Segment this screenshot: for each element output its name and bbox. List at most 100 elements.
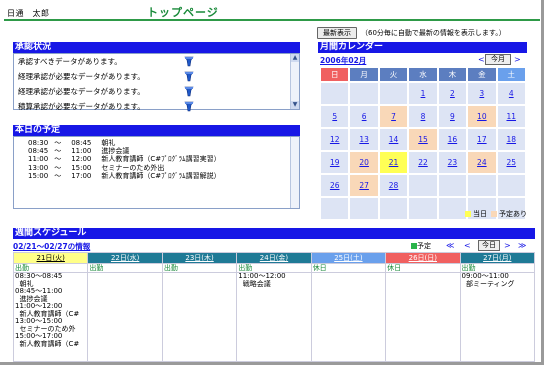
calendar-day[interactable]: 9 xyxy=(438,106,467,127)
calendar-day[interactable]: 2 xyxy=(438,83,467,104)
calendar-day[interactable]: 1 xyxy=(409,83,437,104)
calendar-day[interactable]: 19 xyxy=(321,152,349,173)
week-day-header[interactable]: 22日(水) xyxy=(87,252,163,264)
calendar-day[interactable]: 11 xyxy=(497,106,525,127)
schedule-end: 08:45 xyxy=(71,139,92,147)
approval-text: 承認すべきデータがあります。 xyxy=(18,57,122,66)
calendar-empty-cell xyxy=(321,83,349,104)
approval-pending-icon[interactable] xyxy=(184,71,194,84)
refresh-button[interactable]: 最新表示 xyxy=(317,27,357,39)
scroll-up-icon[interactable]: ▲ xyxy=(291,54,299,62)
today-schedule-row[interactable]: 13:00 ～ 15:00 セミナーのため外出 xyxy=(14,164,299,172)
planned-swatch xyxy=(491,211,497,217)
today-schedule-row[interactable]: 11:00 ～ 12:00 新人教育講師（C#ﾌﾟﾛｸﾞﾗﾑ講習実習） xyxy=(14,155,299,163)
today-scrollbar[interactable] xyxy=(290,137,299,208)
week-prev-link[interactable]: < xyxy=(464,241,471,250)
approval-pending-icon[interactable] xyxy=(184,56,194,69)
week-today-button[interactable]: 今日 xyxy=(478,240,500,251)
header-divider xyxy=(4,19,540,21)
calendar-day[interactable]: 7 xyxy=(379,106,408,127)
week-day-header[interactable]: 24日(金) xyxy=(236,252,312,264)
calendar-day[interactable]: 26 xyxy=(321,175,349,196)
calendar-day[interactable]: 6 xyxy=(350,106,378,127)
approval-row[interactable]: 経理承認が必要なデータがあります。 xyxy=(14,84,299,99)
week-day-header[interactable]: 21日(火) xyxy=(12,252,89,264)
calendar-day[interactable]: 4 xyxy=(497,83,525,104)
week-first-link[interactable]: ≪ xyxy=(446,241,454,250)
week-day-entries[interactable] xyxy=(161,272,238,362)
week-day-header[interactable]: 27日(月) xyxy=(459,252,536,264)
calendar-next-link[interactable]: > xyxy=(514,55,521,64)
attendance-kind: 出勤 xyxy=(87,263,163,273)
approval-panel: 承認すべきデータがあります。経理承認が必要なデータがあります。 経理承認が必要なデ… xyxy=(13,53,300,112)
weekday-header: 木 xyxy=(438,68,467,81)
approval-row[interactable]: 積算承認が必要なデータがあります。 xyxy=(14,99,299,114)
approval-row[interactable]: 承認すべきデータがあります。 xyxy=(14,54,299,69)
calendar-day[interactable]: 24 xyxy=(468,152,496,173)
calendar-day[interactable]: 25 xyxy=(497,152,525,173)
calendar-month-label[interactable]: 2006年02月 xyxy=(320,55,366,66)
approval-pending-icon[interactable] xyxy=(184,86,194,99)
week-range-link[interactable]: 02/21～02/27の情報 xyxy=(13,241,90,252)
calendar-day[interactable]: 21 xyxy=(379,152,408,173)
legend-planned-label: 予定あり xyxy=(499,210,527,218)
calendar-day[interactable]: 17 xyxy=(468,129,496,150)
schedule-title: 新人教育講師（C#ﾌﾟﾛｸﾞﾗﾑ講習解説） xyxy=(101,171,221,180)
calendar-day[interactable]: 28 xyxy=(379,175,408,196)
week-next-link[interactable]: > xyxy=(504,241,511,250)
attendance-kind: 出勤 xyxy=(161,263,238,273)
approval-scrollbar[interactable]: ▲ ▼ xyxy=(290,54,299,109)
calendar-day[interactable]: 5 xyxy=(321,106,349,127)
calendar-empty-cell xyxy=(468,175,496,196)
calendar-day[interactable]: 16 xyxy=(438,129,467,150)
today-schedule-row[interactable]: 08:30 ～ 08:45 朝礼 xyxy=(14,139,299,147)
calendar-day[interactable]: 23 xyxy=(438,152,467,173)
schedule-title: 朝礼 xyxy=(101,139,116,147)
schedule-start: 13:00 xyxy=(28,163,49,172)
calendar-day[interactable]: 18 xyxy=(497,129,525,150)
calendar-empty-cell xyxy=(438,198,467,219)
weekday-header: 金 xyxy=(468,68,496,81)
calendar-day[interactable]: 15 xyxy=(409,129,437,150)
today-schedule-row[interactable]: 15:00 ～ 17:00 新人教育講師（C#ﾌﾟﾛｸﾞﾗﾑ講習解説） xyxy=(14,172,299,180)
weekday-header: 月 xyxy=(350,68,378,81)
weekday-header: 火 xyxy=(379,68,408,81)
calendar-day[interactable]: 14 xyxy=(379,129,408,150)
schedule-end: 15:00 xyxy=(71,163,92,172)
calendar-day[interactable]: 27 xyxy=(350,175,378,196)
week-day-entries[interactable] xyxy=(87,272,163,362)
schedule-start: 15:00 xyxy=(28,171,49,180)
week-day-entries[interactable] xyxy=(310,272,387,362)
week-last-link[interactable]: ≫ xyxy=(518,241,526,250)
calendar-prev-link[interactable]: < xyxy=(478,55,485,64)
calendar-day[interactable]: 22 xyxy=(409,152,437,173)
calendar-day[interactable]: 13 xyxy=(350,129,378,150)
calendar-day[interactable]: 3 xyxy=(468,83,496,104)
approval-pending-icon[interactable] xyxy=(184,101,194,114)
week-day-header[interactable]: 25日(土) xyxy=(310,252,387,264)
week-day-header[interactable]: 26日(日) xyxy=(385,252,461,264)
approval-row[interactable]: 経理承認が必要なデータがあります。 xyxy=(14,69,299,84)
calendar-day[interactable]: 10 xyxy=(468,106,496,127)
weekly-schedule-table: 21日(火) 22日(水) 23日(木) 24日(金) 25日(土) 26日(日) 27日(… xyxy=(12,252,536,362)
calendar-day[interactable]: 8 xyxy=(409,106,437,127)
week-day-entries[interactable]: 11:00～12:00 戦略会議 xyxy=(236,272,312,362)
calendar-header: 月間カレンダー xyxy=(318,42,527,53)
week-day-entries[interactable]: 08:30～08:45 朝礼 08:45～11:00 進捗会議 11:00～12… xyxy=(12,272,89,362)
calendar-this-month-button[interactable]: 今月 xyxy=(485,54,511,65)
schedule-tilde: ～ xyxy=(54,139,62,147)
calendar-day[interactable]: 12 xyxy=(321,129,349,150)
week-day-entries[interactable]: 09:00～11:00 部ミーティング xyxy=(459,272,536,362)
schedule-tilde: ～ xyxy=(54,171,62,180)
weekday-header: 土 xyxy=(497,68,525,81)
calendar-day[interactable]: 20 xyxy=(350,152,378,173)
week-day-entries[interactable] xyxy=(385,272,461,362)
calendar-empty-cell xyxy=(350,83,378,104)
week-day-header[interactable]: 23日(木) xyxy=(161,252,238,264)
page-title: トップページ xyxy=(147,6,219,19)
legend-planned: 予定あり xyxy=(491,209,527,219)
weekly-header: 週間スケジュール xyxy=(13,228,535,239)
schedule-start: 08:30 xyxy=(28,139,49,147)
scroll-down-icon[interactable]: ▼ xyxy=(291,101,299,109)
schedule-tilde: ～ xyxy=(54,155,62,164)
